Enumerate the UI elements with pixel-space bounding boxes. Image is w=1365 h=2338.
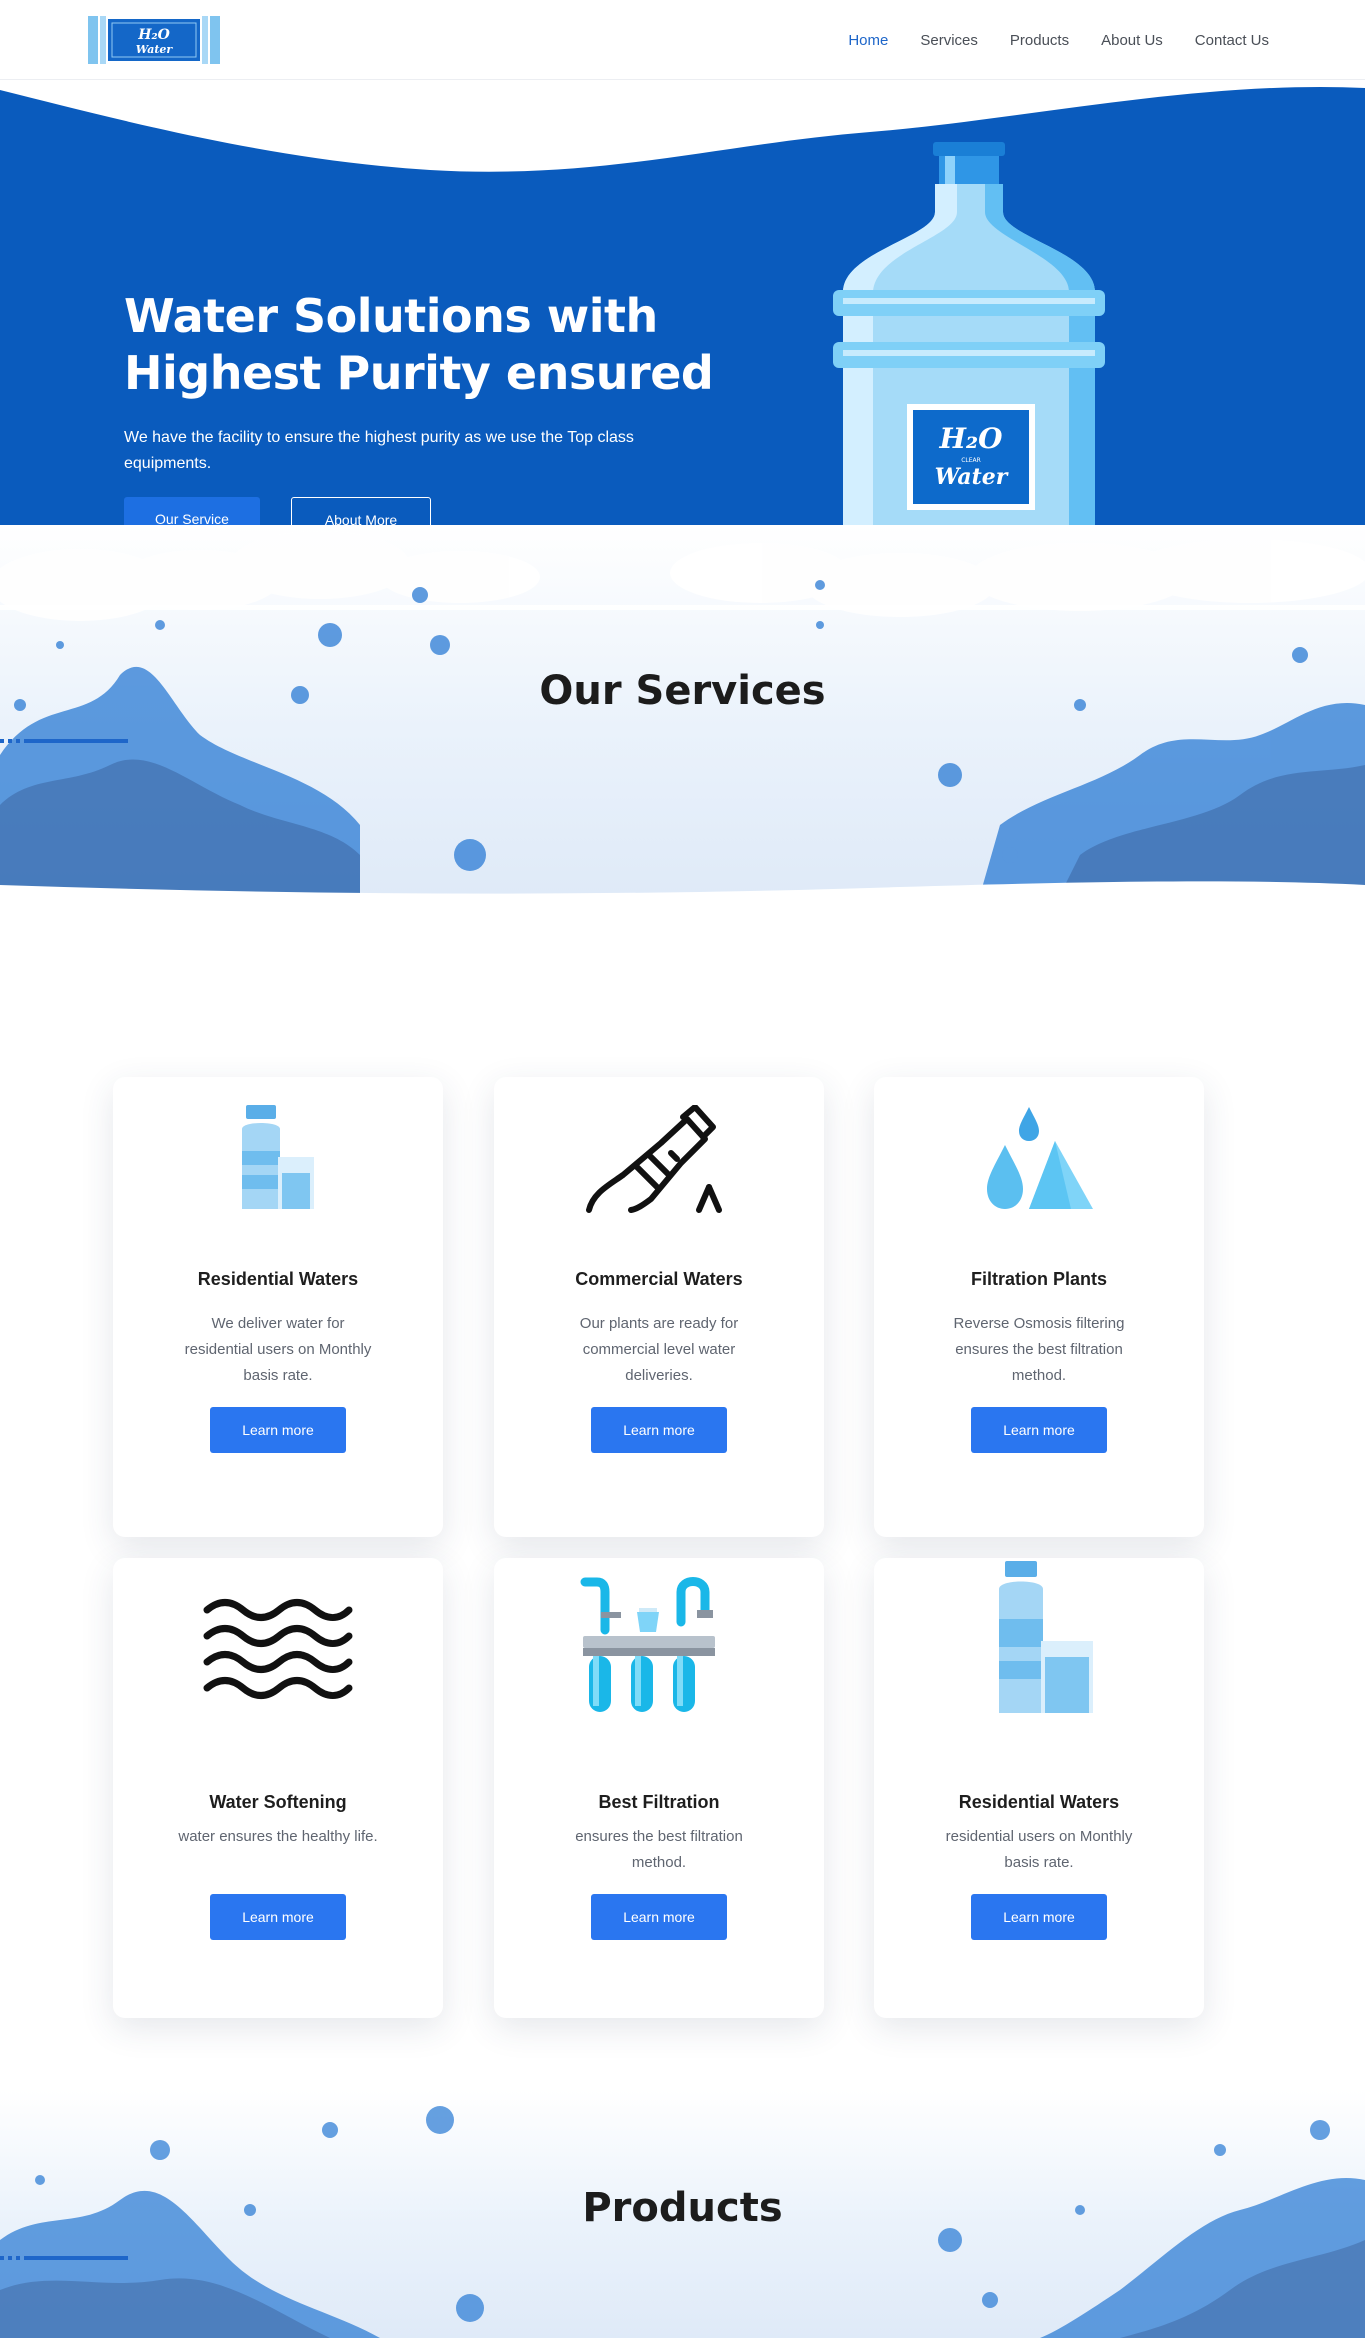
nav-home[interactable]: Home xyxy=(848,32,888,49)
nav-services[interactable]: Services xyxy=(920,32,978,49)
nav-about[interactable]: About Us xyxy=(1101,32,1163,49)
hero-title: Water Solutions with Highest Purity ensu… xyxy=(124,288,744,402)
products-title-underline xyxy=(0,2256,128,2260)
nav-contact[interactable]: Contact Us xyxy=(1195,32,1269,49)
learn-more-button[interactable]: Learn more xyxy=(971,1894,1107,1940)
services-header-band: Our Services xyxy=(0,525,1365,895)
learn-more-button[interactable]: Learn more xyxy=(210,1407,346,1453)
card-title: Filtration Plants xyxy=(970,1269,1107,1289)
services-title: Our Services xyxy=(0,668,1365,714)
service-card-filtration: Filtration Plants Reverse Osmosis filter… xyxy=(874,1077,1204,1537)
hero-subtitle: We have the facility to ensure the highe… xyxy=(124,429,634,472)
card-description: We deliver water for residential users o… xyxy=(184,1315,372,1384)
learn-more-button[interactable]: Learn more xyxy=(210,1894,346,1940)
bottle-glass-icon xyxy=(874,1561,1204,1713)
card-description: Our plants are ready for commercial leve… xyxy=(579,1315,739,1384)
learn-more-button[interactable]: Learn more xyxy=(971,1407,1107,1453)
card-title: Best Filtration xyxy=(598,1792,720,1812)
card-title: Commercial Waters xyxy=(575,1269,743,1289)
our-service-button[interactable]: Our Service xyxy=(124,497,260,525)
products-header-band: Products xyxy=(0,2090,1365,2338)
card-description: ensures the best filtration method. xyxy=(575,1828,743,1871)
water-drops-icon xyxy=(874,1105,1204,1215)
brand-logo[interactable]: H₂O Water xyxy=(88,16,220,64)
card-description: Reverse Osmosis filtering ensures the be… xyxy=(953,1315,1125,1384)
hero-title-line2: Highest Purity ensured xyxy=(124,346,714,400)
service-card-residential: Residential Waters We deliver water for … xyxy=(113,1077,443,1537)
card-title: Residential Waters xyxy=(197,1269,359,1289)
water-bottle-illustration: H₂O CLEAR Water xyxy=(833,142,1105,525)
nav-products[interactable]: Products xyxy=(1010,32,1069,49)
card-title: Water Softening xyxy=(209,1792,347,1812)
waves-icon xyxy=(113,1596,443,1706)
bottle-label-h2o: H₂O xyxy=(938,422,1003,455)
learn-more-button[interactable]: Learn more xyxy=(591,1407,727,1453)
pouring-bottle-icon xyxy=(494,1105,824,1215)
bottle-label-water: Water xyxy=(935,464,1009,490)
products-title: Products xyxy=(582,2185,783,2231)
service-card-residential-2: Residential Waters residential users on … xyxy=(874,1558,1204,2018)
main-menu: Home Services Products About Us Contact … xyxy=(848,0,1269,80)
card-title: Residential Waters xyxy=(958,1792,1120,1812)
services-title-bold: Services xyxy=(635,668,826,714)
top-navbar: H₂O Water Home Services Products About U… xyxy=(0,0,1365,80)
bottle-glass-icon xyxy=(113,1105,443,1215)
about-more-button[interactable]: About More xyxy=(291,497,431,525)
services-title-light: Our xyxy=(539,668,622,714)
service-card-commercial: Commercial Waters Our plants are ready f… xyxy=(494,1077,824,1537)
learn-more-button[interactable]: Learn more xyxy=(591,1894,727,1940)
logo-text-h2o: H₂O xyxy=(137,27,170,43)
hero-section: Water Solutions with Highest Purity ensu… xyxy=(0,80,1365,525)
card-description: water ensures the healthy life. xyxy=(178,1828,378,1845)
hero-top-wave xyxy=(0,80,1365,172)
service-card-best-filtration: Best Filtration ensures the best filtrat… xyxy=(494,1558,824,2018)
hero-title-line1: Water Solutions with xyxy=(124,289,658,343)
service-card-softening: Water Softening water ensures the health… xyxy=(113,1558,443,2018)
card-description: residential users on Monthly basis rate. xyxy=(945,1828,1133,1871)
filter-system-icon xyxy=(494,1577,824,1712)
services-title-underline xyxy=(0,739,128,743)
logo-text-water: Water xyxy=(136,43,174,56)
bottle-label-clear: CLEAR xyxy=(961,457,981,464)
